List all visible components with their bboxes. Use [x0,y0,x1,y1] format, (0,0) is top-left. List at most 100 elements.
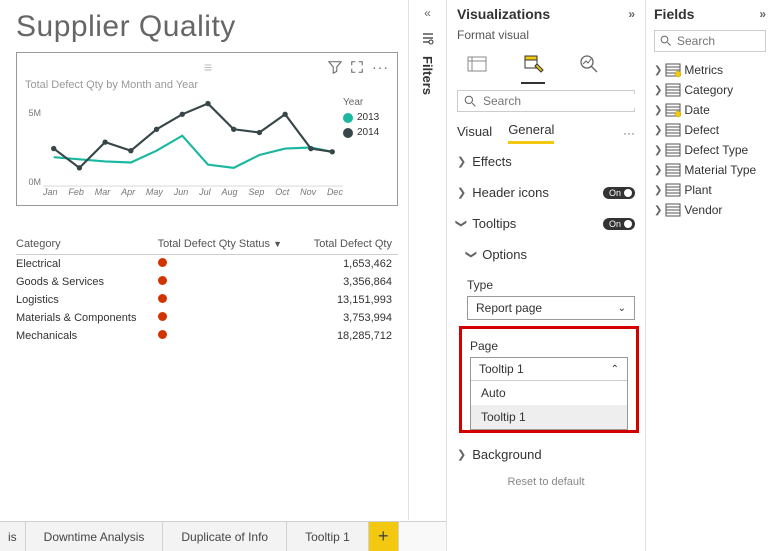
toggle-on[interactable]: On [603,218,635,230]
search-icon [464,95,477,108]
tab-visual[interactable]: Visual [457,124,492,143]
chevron-down-icon: ❯ [465,250,478,259]
page-tab[interactable]: is [0,522,26,551]
chevron-down-icon: ❯ [455,219,468,228]
pane-title: Fields [654,6,694,22]
section-background[interactable]: ❯Background [447,439,645,470]
expand-left-icon[interactable]: « [424,6,431,20]
format-visual-icon[interactable] [519,50,547,78]
status-dot-icon [158,312,167,321]
tab-general[interactable]: General [508,122,554,144]
chevron-right-icon: ❯ [654,185,662,196]
visual-header: ≡ ··· [21,57,393,77]
chevron-right-icon: ❯ [654,145,662,156]
col-status[interactable]: Total Defect Qty Status ▼ [158,236,304,255]
table-row[interactable]: Electrical1,653,462 [16,255,398,274]
filters-pane-collapsed[interactable]: « Filters [408,0,446,520]
table-row[interactable]: Materials & Components3,753,994 [16,309,398,327]
legend-item[interactable]: 2014 [343,127,393,138]
page-tab[interactable]: Duplicate of Info [163,522,287,551]
chevron-right-icon: ❯ [654,165,662,176]
table-icon [666,84,680,96]
chevron-up-icon: ⌃ [611,364,619,375]
field-table-vendor[interactable]: ❯Vendor [646,200,774,220]
table-icon [666,204,680,216]
collapse-pane-icon[interactable]: » [628,7,635,21]
section-options[interactable]: ❯Options [447,239,645,270]
field-table-metrics[interactable]: ❯Metrics [646,60,774,80]
chevron-right-icon: ❯ [654,205,662,216]
page-option-auto[interactable]: Auto [471,381,627,405]
field-table-plant[interactable]: ❯Plant [646,180,774,200]
table-icon [666,144,680,156]
analytics-icon[interactable] [575,50,603,78]
x-axis: JanFebMarAprMayJunJulAugSepOctNovDec [43,187,343,205]
reset-to-default-link[interactable]: Reset to default [447,470,645,490]
page-tab[interactable]: Downtime Analysis [26,522,164,551]
sort-desc-icon: ▼ [273,239,282,249]
chart-plot-area[interactable] [43,95,343,191]
status-dot-icon [158,330,167,339]
chevron-right-icon: ❯ [457,186,466,199]
focus-mode-icon[interactable] [350,60,364,74]
toggle-on[interactable]: On [603,187,635,199]
collapse-pane-icon[interactable]: » [759,7,766,21]
chart-legend: Year 2013 2014 [343,95,393,205]
format-search-input[interactable] [457,90,635,112]
page-option-tooltip1[interactable]: Tooltip 1 [471,405,627,429]
filters-icon [420,30,436,46]
chevron-right-icon: ❯ [457,155,466,168]
report-canvas: Supplier Quality ≡ ··· Total Defect Qty … [0,0,408,520]
field-table-date[interactable]: ❯Date [646,100,774,120]
drag-handle-icon[interactable]: ≡ [204,59,210,75]
legend-item[interactable]: 2013 [343,112,393,123]
page-select[interactable]: Tooltip 1⌃ Auto Tooltip 1 [470,357,628,430]
table-icon [666,104,680,116]
status-dot-icon [158,294,167,303]
visualizations-pane: Visualizations » Format visual Visual Ge… [446,0,646,551]
page-dropdown-highlight: Page Tooltip 1⌃ Auto Tooltip 1 [459,326,639,433]
page-tab[interactable]: Tooltip 1 [287,522,369,551]
build-visual-icon[interactable] [463,50,491,78]
table-row[interactable]: Goods & Services3,356,864 [16,273,398,291]
table-row[interactable]: Logistics13,151,993 [16,291,398,309]
chevron-right-icon: ❯ [654,105,662,116]
field-table-material-type[interactable]: ❯Material Type [646,160,774,180]
page-label: Page [470,339,628,353]
page-title: Supplier Quality [16,10,398,44]
table-icon [666,164,680,176]
field-table-defect[interactable]: ❯Defect [646,120,774,140]
table-icon [666,124,680,136]
add-page-button[interactable]: + [369,522,399,551]
fields-search-input[interactable] [654,30,766,52]
table-row[interactable]: Mechanicals18,285,712 [16,327,398,345]
chevron-down-icon: ⌄ [618,303,626,314]
more-options-icon[interactable]: ··· [372,59,389,75]
chevron-right-icon: ❯ [457,448,466,461]
section-effects[interactable]: ❯Effects [447,146,645,177]
type-label: Type [467,278,635,292]
field-table-defect-type[interactable]: ❯Defect Type [646,140,774,160]
section-tooltips[interactable]: ❯TooltipsOn [447,208,645,239]
search-icon [660,35,672,47]
table-icon [666,184,680,196]
filter-icon[interactable] [328,60,342,74]
chevron-right-icon: ❯ [654,65,662,76]
status-dot-icon [158,276,167,285]
table-icon [666,64,680,76]
more-options-icon[interactable]: ··· [623,126,635,140]
chart-title: Total Defect Qty by Month and Year [21,77,393,95]
field-table-category[interactable]: ❯Category [646,80,774,100]
category-table[interactable]: Category Total Defect Qty Status ▼ Total… [16,236,398,345]
col-category[interactable]: Category [16,236,158,255]
col-qty[interactable]: Total Defect Qty [304,236,398,255]
chevron-right-icon: ❯ [654,125,662,136]
fields-pane: Fields » ❯Metrics ❯Category ❯Date ❯Defec… [646,0,774,551]
line-chart-visual[interactable]: ≡ ··· Total Defect Qty by Month and Year… [16,52,398,206]
filters-label: Filters [420,56,435,95]
chevron-right-icon: ❯ [654,85,662,96]
page-tabs: is Downtime Analysis Duplicate of Info T… [0,521,446,551]
type-select[interactable]: Report page⌄ [467,296,635,320]
section-header-icons[interactable]: ❯Header iconsOn [447,177,645,208]
pane-title: Visualizations [457,6,550,22]
